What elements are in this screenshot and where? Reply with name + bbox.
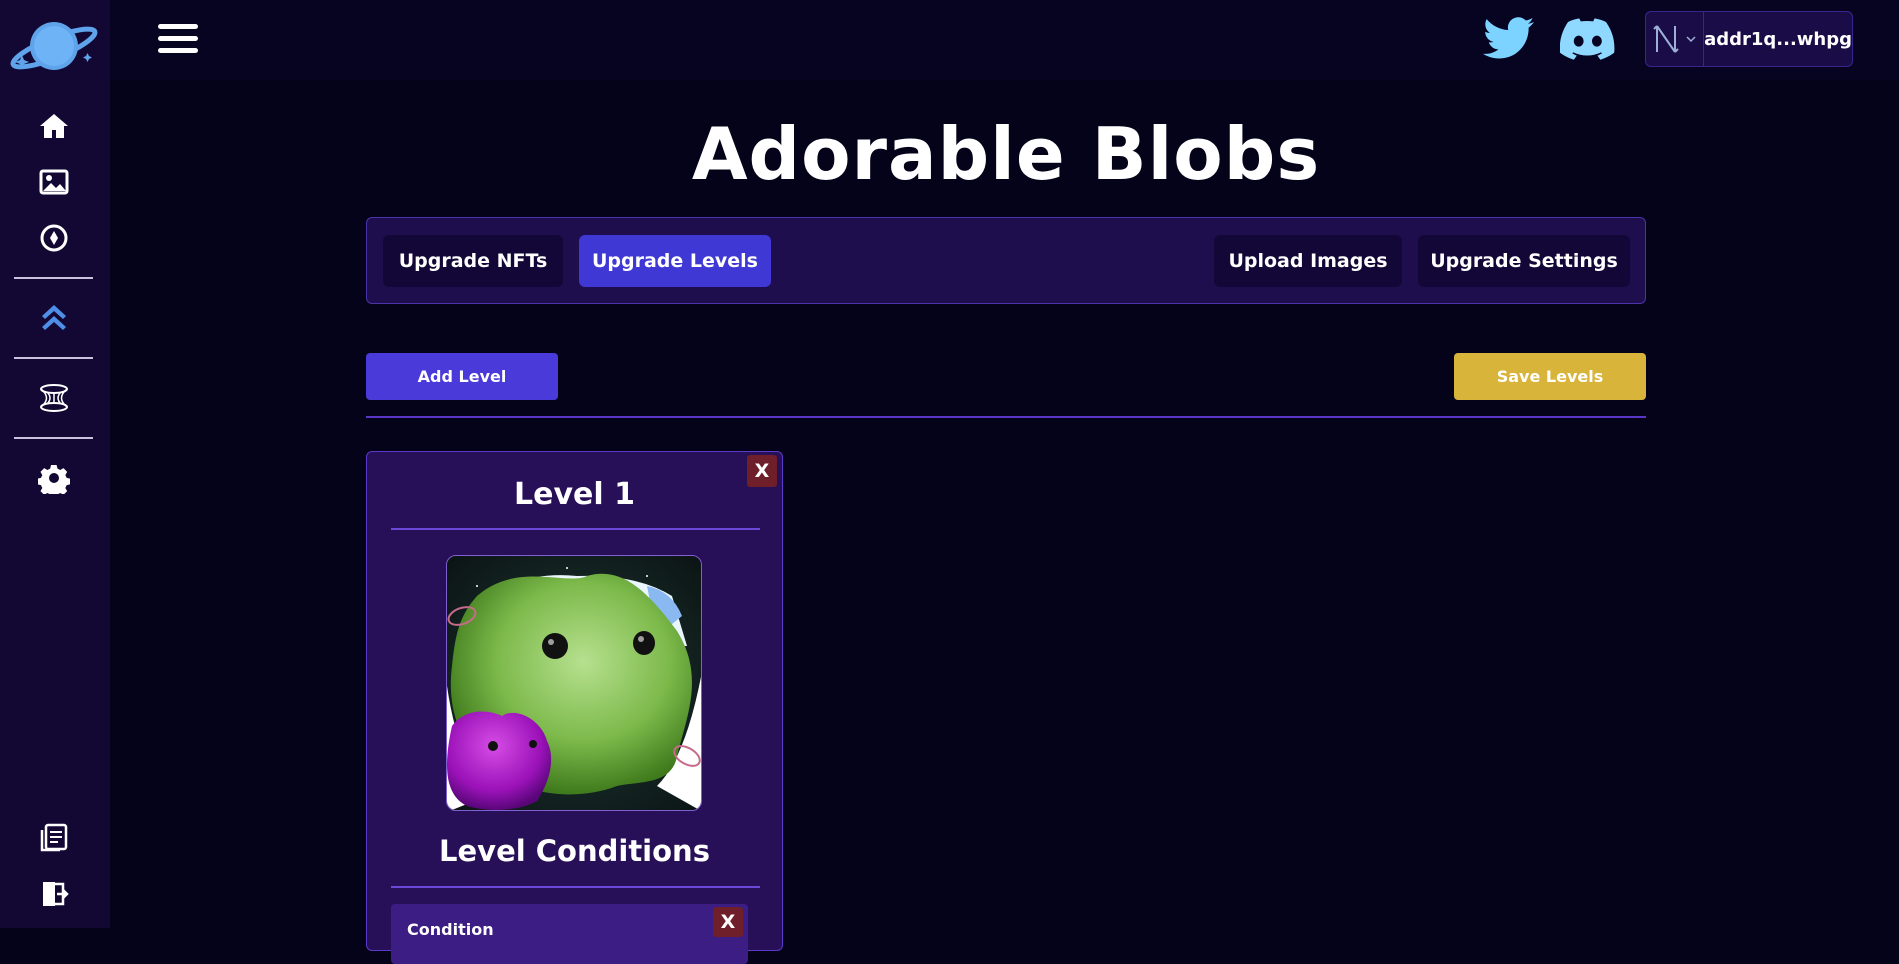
save-levels-button[interactable]: Save Levels	[1454, 353, 1646, 400]
tab-bar: Upgrade NFTs Upgrade Levels Upload Image…	[366, 217, 1646, 304]
compass-icon[interactable]	[36, 220, 72, 256]
sidebar-divider	[14, 277, 93, 279]
logout-icon[interactable]	[36, 876, 72, 912]
tab-upgrade-settings[interactable]: Upgrade Settings	[1418, 235, 1630, 287]
card-divider	[391, 528, 760, 530]
add-level-button[interactable]: Add Level	[366, 353, 558, 400]
top-bar	[110, 0, 1899, 80]
sidebar-divider	[14, 437, 93, 439]
tab-upgrade-levels[interactable]: Upgrade Levels	[579, 235, 771, 287]
wormhole-icon[interactable]	[36, 380, 72, 416]
level-card: X Level 1 Level Conditions Condition X	[366, 451, 783, 964]
chevron-down-icon	[1686, 36, 1696, 43]
home-icon[interactable]	[36, 108, 72, 144]
blob-nft-image	[447, 556, 701, 810]
sidebar	[0, 0, 110, 928]
image-icon[interactable]	[36, 164, 72, 200]
wallet-address: addr1q...whpg	[1704, 28, 1852, 50]
wallet-provider-selector[interactable]	[1646, 12, 1705, 66]
hamburger-menu-icon[interactable]	[158, 24, 198, 54]
documents-icon[interactable]	[36, 820, 72, 856]
twitter-icon[interactable]	[1482, 14, 1538, 66]
sidebar-divider	[14, 357, 93, 359]
planet-logo-icon[interactable]	[8, 14, 100, 74]
level-conditions-title: Level Conditions	[439, 834, 710, 868]
upgrade-chevrons-icon[interactable]	[36, 300, 72, 336]
nami-wallet-icon	[1652, 25, 1679, 53]
gear-icon[interactable]	[36, 460, 72, 496]
level-title: Level 1	[514, 477, 635, 512]
condition-item: Condition X	[391, 904, 748, 964]
level-image[interactable]	[446, 555, 702, 811]
card-divider	[391, 886, 760, 888]
tab-upload-images[interactable]: Upload Images	[1214, 235, 1402, 287]
discord-icon[interactable]	[1559, 14, 1616, 66]
remove-condition-button[interactable]: X	[713, 907, 743, 937]
condition-label: Condition	[407, 920, 494, 939]
page-title: Adorable Blobs	[691, 112, 1321, 196]
tab-upgrade-nfts[interactable]: Upgrade NFTs	[383, 235, 563, 287]
section-divider	[366, 416, 1646, 418]
wallet-connect-button[interactable]: addr1q...whpg	[1645, 11, 1853, 67]
